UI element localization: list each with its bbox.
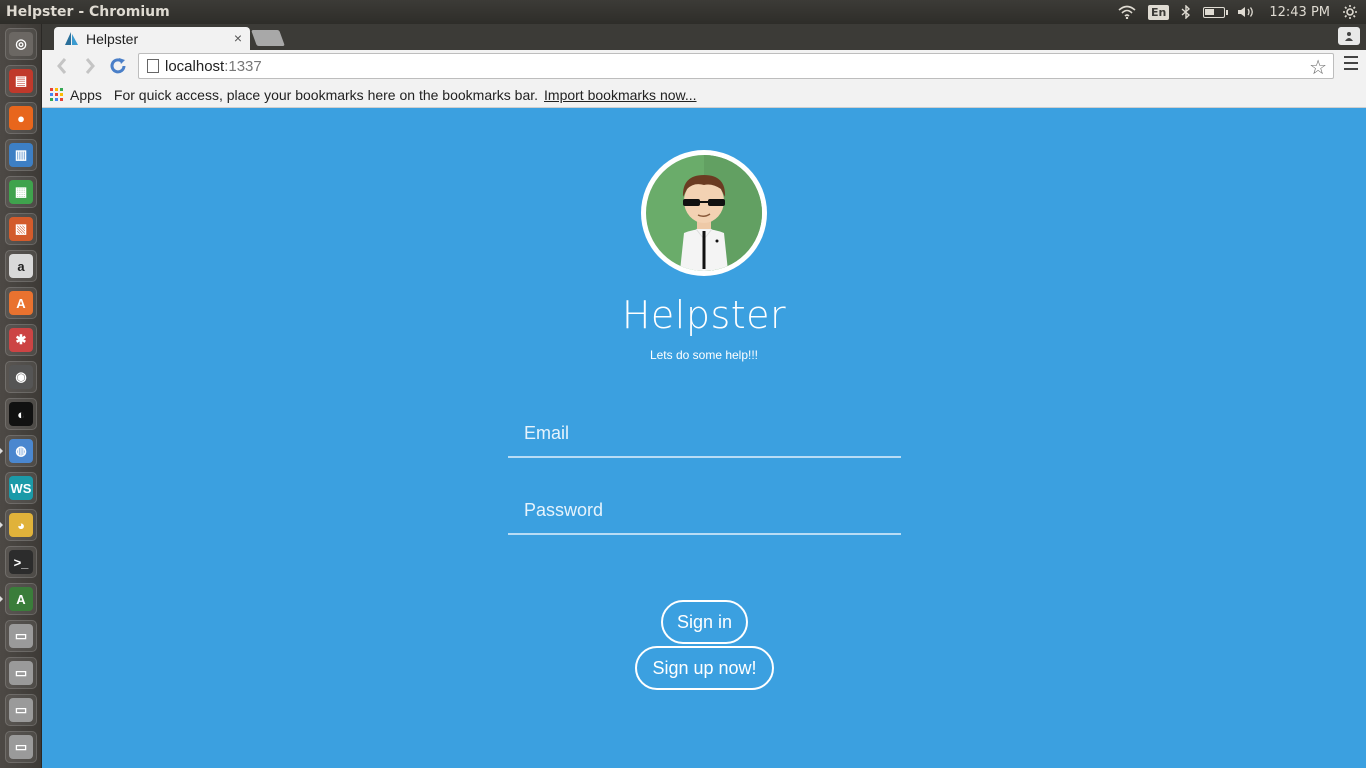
firefox-icon[interactable]: ● xyxy=(5,102,37,134)
battery-level xyxy=(1205,8,1215,15)
reload-button[interactable] xyxy=(104,52,132,80)
forward-arrow-icon xyxy=(85,58,95,74)
tab-strip: Helpster × xyxy=(42,24,1366,50)
apps-shortcut[interactable]: Apps xyxy=(70,87,102,103)
avatar xyxy=(641,150,767,276)
chromium-window: Helpster × localhost:1337 ☆ Apps For qu… xyxy=(42,24,1366,768)
terminal-pirate-icon[interactable]: ◐ xyxy=(5,398,37,430)
bookmarks-hint: For quick access, place your bookmarks h… xyxy=(113,86,539,103)
browser-toolbar: localhost:1337 ☆ xyxy=(42,50,1366,82)
keyboard-language-indicator[interactable]: En xyxy=(1147,4,1170,20)
bluetooth-icon[interactable] xyxy=(1181,5,1191,19)
tab-close-icon[interactable]: × xyxy=(234,30,242,46)
chromium-icon[interactable]: ◍ xyxy=(5,435,37,467)
sail-favicon-icon xyxy=(65,31,78,45)
camera-icon[interactable]: ◉ xyxy=(5,361,37,393)
system-settings-icon[interactable]: ✱ xyxy=(5,324,37,356)
amazon-icon[interactable]: a xyxy=(5,250,37,282)
writer-icon[interactable]: ▥ xyxy=(5,139,37,171)
session-gear-icon[interactable] xyxy=(1342,4,1358,20)
address-bar[interactable]: localhost:1337 ☆ xyxy=(138,53,1334,79)
window-title: Helpster - Chromium xyxy=(6,4,170,20)
dash-icon[interactable]: ◎ xyxy=(5,28,37,60)
drive-icon-3[interactable]: ▭ xyxy=(5,694,37,726)
drive-icon-4[interactable]: ▭ xyxy=(5,731,37,763)
password-input[interactable] xyxy=(508,487,901,533)
volume-icon[interactable] xyxy=(1237,5,1257,19)
running-indicator xyxy=(0,448,3,454)
webstorm-icon[interactable]: WS xyxy=(5,472,37,504)
password-field xyxy=(508,487,901,535)
unity-launcher: ◎ ▤ ● ▥ ▦ ▧ a A ✱ ◉ ◐ ◍ WS ◕ >_ A ▭ ▭ ▭ ▭ xyxy=(0,24,42,768)
wifi-icon[interactable] xyxy=(1118,5,1136,19)
login-page: Helpster Lets do some help!!! Sign in Si… xyxy=(42,108,1366,768)
update-manager-icon[interactable]: A xyxy=(5,583,37,615)
panel-indicators: En 12:43 PM xyxy=(1118,0,1358,24)
files-icon[interactable]: ▤ xyxy=(5,65,37,97)
profile-icon[interactable] xyxy=(1338,27,1360,45)
software-center-icon[interactable]: A xyxy=(5,287,37,319)
battery-icon[interactable] xyxy=(1203,6,1229,18)
sign-up-button[interactable]: Sign up now! xyxy=(635,646,774,690)
bookmark-star-icon[interactable]: ☆ xyxy=(1309,55,1327,80)
tagline: Lets do some help!!! xyxy=(649,348,759,362)
chrome-icon[interactable]: ◕ xyxy=(5,509,37,541)
sign-in-button[interactable]: Sign in xyxy=(661,600,748,644)
clock[interactable]: 12:43 PM xyxy=(1269,5,1330,20)
app-title: Helpster xyxy=(621,293,787,337)
terminal-icon[interactable]: >_ xyxy=(5,546,37,578)
new-tab-button[interactable] xyxy=(251,30,285,46)
page-icon xyxy=(147,59,159,73)
back-arrow-icon xyxy=(57,58,67,74)
email-field xyxy=(508,410,901,458)
drive-icon[interactable]: ▭ xyxy=(5,620,37,652)
running-indicator xyxy=(0,522,3,528)
tab-title: Helpster xyxy=(86,30,139,47)
tab-helpster[interactable]: Helpster × xyxy=(54,27,250,50)
calc-icon[interactable]: ▦ xyxy=(5,176,37,208)
reload-icon xyxy=(110,58,126,74)
chrome-menu-icon[interactable] xyxy=(1344,56,1358,70)
impress-icon[interactable]: ▧ xyxy=(5,213,37,245)
url-port: :1337 xyxy=(224,57,262,75)
email-input[interactable] xyxy=(508,410,901,456)
apps-grid-icon[interactable] xyxy=(50,88,63,101)
forward-button[interactable] xyxy=(76,52,104,80)
top-panel: Helpster - Chromium En 12:43 PM xyxy=(0,0,1366,24)
avatar-illustration xyxy=(646,155,762,271)
bookmarks-bar: Apps For quick access, place your bookma… xyxy=(42,82,1366,108)
url-host: localhost xyxy=(165,57,225,75)
drive-icon-2[interactable]: ▭ xyxy=(5,657,37,689)
import-bookmarks-link[interactable]: Import bookmarks now... xyxy=(544,87,697,103)
running-indicator xyxy=(0,596,3,602)
back-button[interactable] xyxy=(48,52,76,80)
